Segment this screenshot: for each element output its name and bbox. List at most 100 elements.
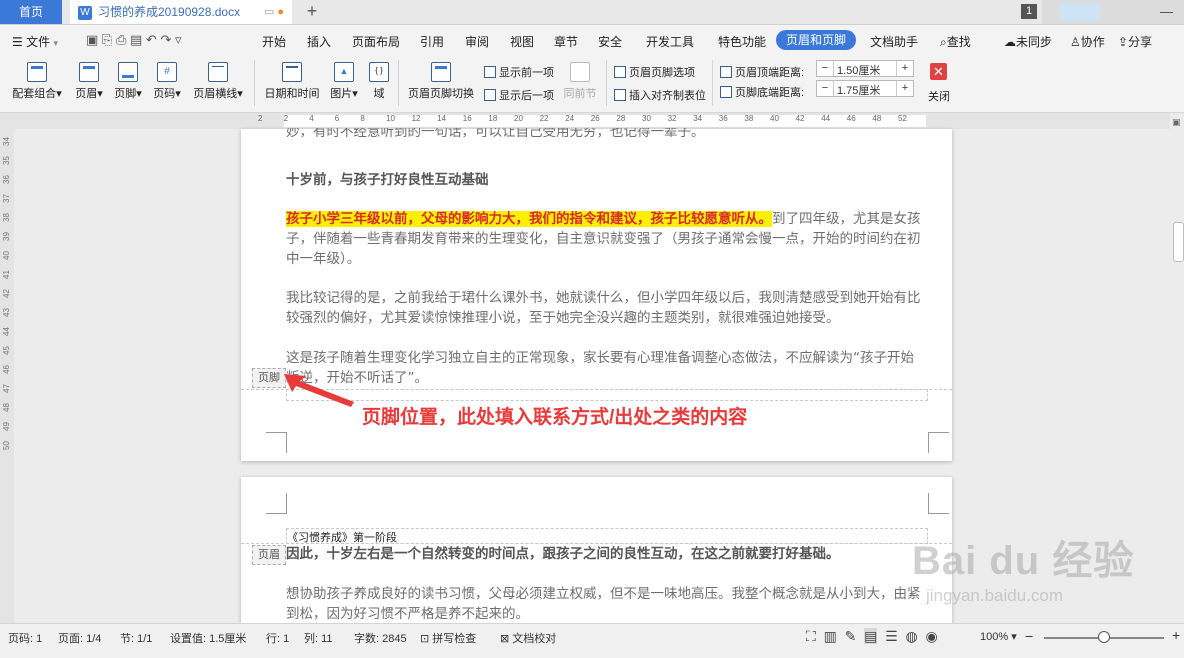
ruler-number: 44 xyxy=(821,114,831,123)
ruler-number: 14 xyxy=(437,114,447,123)
menu-doc-helper[interactable]: 文档助手 xyxy=(870,33,918,50)
menu-review[interactable]: 审阅 xyxy=(465,33,489,50)
account-avatar[interactable] xyxy=(1060,3,1100,21)
monitor-icon[interactable]: ▭ xyxy=(264,6,274,18)
footer-button[interactable]: 页脚▾ xyxy=(110,62,146,101)
footer-area[interactable] xyxy=(286,389,928,401)
menu-security[interactable]: 安全 xyxy=(598,33,622,50)
zoom-level[interactable]: 100% ▾ xyxy=(980,630,1017,643)
spell-check-button[interactable]: ⊡ 拼写检查 xyxy=(420,630,476,646)
combo-button[interactable]: 配套组合▾ xyxy=(10,62,64,101)
web-view-icon[interactable]: ◍ xyxy=(905,628,917,644)
print-preview-icon[interactable]: ▤ xyxy=(130,32,142,47)
header-distance-icon xyxy=(720,66,732,78)
watermark-logo: Bai du 经验 xyxy=(912,539,1135,583)
print-icon[interactable]: ⎙ xyxy=(116,32,126,47)
menu-header-footer[interactable]: 页眉和页脚 xyxy=(776,30,856,50)
decrement-button[interactable]: − xyxy=(817,81,834,96)
status-section[interactable]: 节: 1/1 xyxy=(120,630,152,646)
add-tab-button[interactable]: + xyxy=(303,0,321,24)
document-tab[interactable]: W 习惯的养成20190928.docx ▭ ● xyxy=(70,0,292,24)
eye-protect-icon[interactable]: ◉ xyxy=(925,628,937,644)
zoom-out-button[interactable]: − xyxy=(1025,628,1033,644)
menu-insert[interactable]: 插入 xyxy=(307,33,331,50)
collab-button[interactable]: ♙协作 xyxy=(1070,33,1105,50)
reading-mode-icon[interactable]: ▥ xyxy=(824,628,837,644)
search-button[interactable]: ⌕查找 xyxy=(940,33,971,50)
menu-references[interactable]: 引用 xyxy=(420,33,444,50)
same-as-prev-button[interactable]: 同前节 xyxy=(562,62,598,101)
status-col[interactable]: 列: 11 xyxy=(304,630,333,646)
undo-icon[interactable]: ↶ xyxy=(146,32,157,47)
ruler-toggle-icon[interactable]: ▣ xyxy=(1172,117,1181,128)
cut-off-line: 妙，有时不经意听到的一句话，可以让自己受用无穷，也记得一辈子。 xyxy=(286,128,705,140)
status-page[interactable]: 页面: 1/4 xyxy=(58,630,101,646)
page-view-icon[interactable]: ▤ xyxy=(864,628,878,644)
vertical-ruler[interactable] xyxy=(0,129,14,623)
ruler-number: 42 xyxy=(795,114,805,123)
menu-developer[interactable]: 开发工具 xyxy=(646,33,694,50)
toolbar-separator xyxy=(712,60,713,106)
increment-button[interactable]: + xyxy=(896,61,913,76)
menu-view[interactable]: 视图 xyxy=(510,33,534,50)
increment-button[interactable]: + xyxy=(896,81,913,96)
ruler-number: 30 xyxy=(642,114,651,123)
outline-view-icon[interactable]: ☰ xyxy=(885,628,898,644)
switch-icon xyxy=(431,62,451,82)
share-button[interactable]: ⇪分享 xyxy=(1118,33,1152,50)
status-word-count[interactable]: 字数: 2845 xyxy=(354,630,407,646)
writer-icon: W xyxy=(78,5,92,20)
decrement-button[interactable]: − xyxy=(817,61,834,76)
export-pdf-icon[interactable]: ⎘ xyxy=(102,32,112,47)
save-icon[interactable]: ▣ xyxy=(86,32,98,47)
status-setting[interactable]: 设置值: 1.5厘米 xyxy=(170,630,246,646)
field-button[interactable]: { } 域 xyxy=(368,62,390,101)
status-page-number[interactable]: 页码: 1 xyxy=(8,630,42,646)
close-icon[interactable]: ✕ xyxy=(930,63,947,80)
zoom-in-button[interactable]: + xyxy=(1172,627,1180,643)
menu-features[interactable]: 特色功能 xyxy=(718,33,766,50)
watermark: Bai du 经验 jingyan.baidu.com xyxy=(912,528,1170,618)
minimize-icon[interactable]: — xyxy=(1160,0,1173,24)
date-time-button[interactable]: 日期和时间 xyxy=(262,62,322,101)
edit-mode-icon[interactable]: ✎ xyxy=(845,628,857,644)
fullscreen-icon[interactable]: ⛶ xyxy=(806,628,816,644)
header-footer-switch-button[interactable]: 页眉页脚切换 xyxy=(406,62,476,101)
sync-button[interactable]: ☁未同步 xyxy=(1004,33,1052,50)
insert-tab-stop-button[interactable]: 插入对齐制表位 xyxy=(614,87,706,103)
page-badge[interactable]: 1 xyxy=(1021,4,1037,19)
options-icon xyxy=(614,66,626,78)
header-footer-options-button[interactable]: 页眉页脚选项 xyxy=(614,64,695,80)
home-tab[interactable]: 首页 xyxy=(0,0,62,24)
redo-icon[interactable]: ↷ xyxy=(160,32,171,47)
menu-home[interactable]: 开始 xyxy=(262,33,286,50)
status-row[interactable]: 行: 1 xyxy=(266,630,289,646)
vertical-ruler-number: 36 xyxy=(2,175,11,184)
hamburger-icon: ☰ xyxy=(12,35,23,49)
header-top-distance-spinner[interactable]: −1.50厘米 + xyxy=(816,60,914,77)
close-header-footer-button[interactable]: 关闭 xyxy=(928,88,950,104)
vertical-scrollbar[interactable] xyxy=(1170,113,1184,623)
footer-bottom-distance-spinner[interactable]: −1.75厘米 + xyxy=(816,80,914,97)
menu-file[interactable]: ☰ 文件 ▾ xyxy=(12,33,58,50)
customize-icon[interactable]: ▿ xyxy=(175,32,182,47)
menu-section[interactable]: 章节 xyxy=(554,33,578,50)
ruler-number: 8 xyxy=(360,114,365,123)
scrollbar-thumb[interactable] xyxy=(1173,222,1184,262)
paragraph-3: 这是孩子随着生理变化学习独立自主的正常现象，家长要有心理准备调整心态做法，不应解… xyxy=(286,350,914,386)
picture-button[interactable]: ▲ 图片▾ xyxy=(326,62,362,101)
header-button[interactable]: 页眉▾ xyxy=(72,62,106,101)
header-line-button[interactable]: 页眉横线▾ xyxy=(190,62,246,101)
page-number-button[interactable]: # 页码▾ xyxy=(150,62,184,101)
show-prev-button[interactable]: 显示前一项 xyxy=(484,64,554,80)
spell-check-icon: ⊡ xyxy=(420,633,430,645)
vertical-ruler-number: 44 xyxy=(2,327,11,336)
proofread-icon: ⊠ xyxy=(500,633,510,645)
menu-page-layout[interactable]: 页面布局 xyxy=(352,33,400,50)
proofread-button[interactable]: ⊠ 文档校对 xyxy=(500,630,556,646)
zoom-slider-knob[interactable] xyxy=(1098,631,1110,643)
vertical-ruler-number: 35 xyxy=(2,156,11,165)
vertical-ruler-number: 40 xyxy=(2,251,11,260)
show-next-button[interactable]: 显示后一项 xyxy=(484,87,554,103)
unsaved-dot-icon: ● xyxy=(277,6,284,18)
